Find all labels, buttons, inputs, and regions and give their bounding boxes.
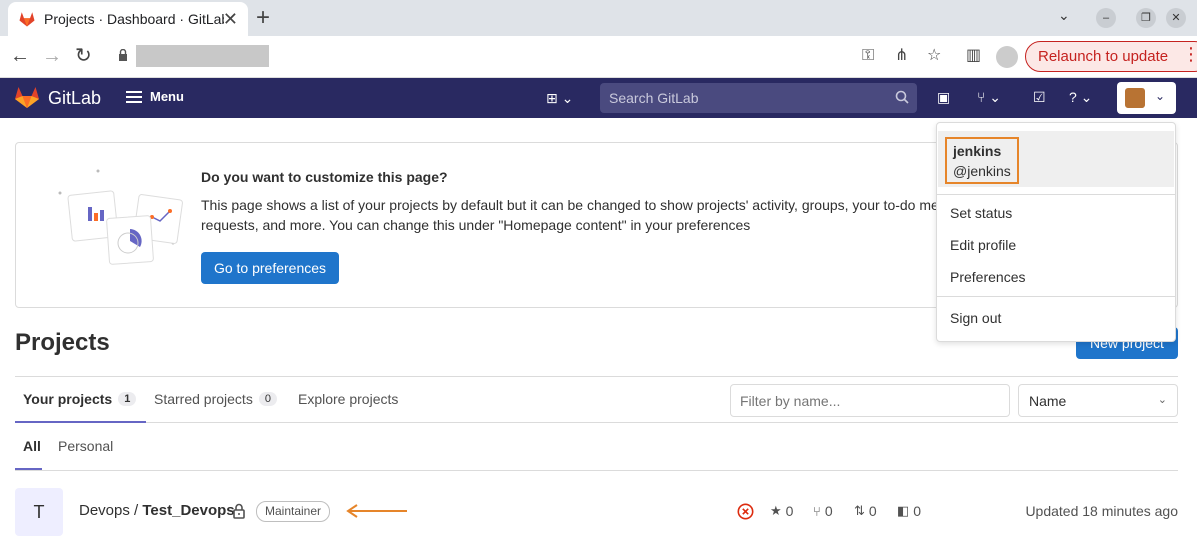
page-title: Projects <box>15 329 110 356</box>
close-window-icon[interactable]: ✕ <box>1166 8 1186 28</box>
preferences-item[interactable]: Preferences <box>950 269 1025 285</box>
user-handle: @jenkins <box>953 163 1011 179</box>
count-badge: 0 <box>258 392 277 406</box>
go-to-preferences-button[interactable]: Go to preferences <box>201 252 339 284</box>
project-avatar[interactable]: T <box>15 488 63 536</box>
highlight-box: jenkins @jenkins <box>945 137 1019 184</box>
chevron-down-icon: ⌄ <box>1157 394 1167 406</box>
lock-icon <box>119 49 127 61</box>
stars-value: 0 <box>785 503 794 519</box>
merge-request-icon: ⇅ <box>854 503 865 518</box>
issues-count[interactable]: ◧ 0 <box>897 503 921 519</box>
tab-title: Projects · Dashboard · GitLab <box>44 11 224 27</box>
active-subtab-indicator <box>15 468 42 470</box>
browser-toolbar: ← → ↻ ⚿ ⋔ ☆ ▥ Relaunch to update ⋮ <box>0 36 1197 78</box>
divider <box>937 296 1175 297</box>
divider <box>937 194 1175 195</box>
banner-text: This page shows a list of your projects … <box>201 197 960 233</box>
pipeline-failed-icon[interactable] <box>737 503 754 520</box>
reload-icon[interactable]: ↻ <box>75 45 92 67</box>
minimize-icon[interactable]: – <box>1096 8 1116 28</box>
gitlab-favicon-icon <box>19 12 35 27</box>
user-profile-item[interactable]: jenkins @jenkins <box>938 131 1174 187</box>
tab-explore-projects[interactable]: Explore projects <box>298 391 398 407</box>
tab-label: Explore projects <box>298 391 399 407</box>
annotation-arrow-icon <box>346 504 407 518</box>
user-dropdown-menu: jenkins @jenkins Set status Edit profile… <box>936 122 1176 342</box>
fork-icon: ⑂ <box>813 503 821 519</box>
issues-icon[interactable]: ▣ <box>937 89 950 106</box>
tab-close-icon[interactable]: ✕ <box>223 9 238 29</box>
star-icon: ★ <box>770 503 782 518</box>
project-namespace: Devops / <box>79 502 143 519</box>
tab-label: Your projects <box>23 391 113 407</box>
search-placeholder: Search GitLab <box>609 90 699 106</box>
back-icon[interactable]: ← <box>10 45 30 67</box>
merge-requests-count[interactable]: ⇅ 0 <box>854 503 877 519</box>
gitlab-header: GitLab Menu ⊞ ⌄ Search GitLab ▣ ⑂ ⌄ ☑ ? … <box>0 78 1197 118</box>
profile-avatar-icon[interactable] <box>996 46 1018 68</box>
search-icon <box>895 90 909 104</box>
bookmark-star-icon[interactable]: ☆ <box>927 47 941 65</box>
forks-count[interactable]: ⑂ 0 <box>813 503 833 519</box>
sort-value: Name <box>1029 393 1067 409</box>
sort-dropdown[interactable]: Name ⌄ <box>1018 384 1178 417</box>
project-name: Test_Devops <box>142 502 235 519</box>
side-panel-icon[interactable]: ▥ <box>966 47 981 65</box>
filter-by-name-input[interactable] <box>730 384 1010 417</box>
merge-requests-value: 0 <box>868 503 877 519</box>
relaunch-button[interactable]: Relaunch to update <box>1025 41 1197 72</box>
address-bar[interactable] <box>136 45 269 67</box>
forward-icon[interactable]: → <box>42 45 62 67</box>
gitlab-brand[interactable]: GitLab <box>48 88 101 109</box>
share-icon[interactable]: ⋔ <box>895 47 908 65</box>
merge-requests-icon[interactable]: ⑂ ⌄ <box>977 89 1001 106</box>
browser-menu-icon[interactable]: ⋮ <box>1182 44 1197 65</box>
hamburger-icon <box>126 90 142 103</box>
username: jenkins <box>953 143 1002 159</box>
help-icon[interactable]: ? ⌄ <box>1069 89 1092 106</box>
browser-tab[interactable]: Projects · Dashboard · GitLab ✕ <box>8 2 248 36</box>
user-menu-button[interactable]: ⌄ <box>1117 82 1176 114</box>
role-badge: Maintainer <box>256 501 331 522</box>
stars-count[interactable]: ★ 0 <box>770 503 793 519</box>
maximize-icon[interactable]: ❐ <box>1136 8 1156 28</box>
banner-title: Do you want to customize this page? <box>201 169 448 185</box>
gitlab-logo-icon[interactable] <box>14 85 40 109</box>
search-input[interactable]: Search GitLab <box>600 83 917 113</box>
edit-profile-item[interactable]: Edit profile <box>950 237 1016 253</box>
user-avatar <box>1125 88 1145 108</box>
chevron-down-icon: ⌄ <box>1155 89 1166 103</box>
menu-button[interactable]: Menu <box>126 89 184 104</box>
project-row: T Devops / Test_Devops Maintainer ★ 0 ⑂ … <box>15 488 1178 536</box>
project-tabs: Your projects 1 Starred projects 0 Explo… <box>15 376 1178 423</box>
todos-icon[interactable]: ☑ <box>1033 89 1046 106</box>
tab-starred-projects[interactable]: Starred projects 0 <box>154 391 277 407</box>
issue-icon: ◧ <box>897 503 910 518</box>
count-badge: 1 <box>118 392 137 406</box>
new-tab-icon[interactable]: + <box>256 5 270 31</box>
set-status-item[interactable]: Set status <box>950 205 1012 221</box>
key-icon[interactable]: ⚿ <box>862 47 874 65</box>
forks-value: 0 <box>824 503 833 519</box>
project-subtabs: All Personal <box>15 423 1178 471</box>
menu-label: Menu <box>150 89 184 104</box>
tab-your-projects[interactable]: Your projects 1 <box>23 391 137 407</box>
tab-search-chevron-icon[interactable]: ⌄ <box>1058 7 1070 24</box>
project-name-link[interactable]: Devops / Test_Devops <box>79 502 235 519</box>
sign-out-item[interactable]: Sign out <box>950 310 1001 326</box>
issues-value: 0 <box>913 503 922 519</box>
tab-label: Starred projects <box>154 391 253 407</box>
updated-timestamp: Updated 18 minutes ago <box>1025 503 1178 519</box>
private-lock-icon <box>233 503 245 519</box>
browser-tab-bar: Projects · Dashboard · GitLab ✕ + ⌄ – ❐ … <box>0 0 1197 36</box>
create-new-icon[interactable]: ⊞ ⌄ <box>546 90 573 107</box>
subtab-all[interactable]: All <box>23 438 41 454</box>
customize-illustration-icon <box>58 169 183 265</box>
subtab-personal[interactable]: Personal <box>58 438 113 454</box>
